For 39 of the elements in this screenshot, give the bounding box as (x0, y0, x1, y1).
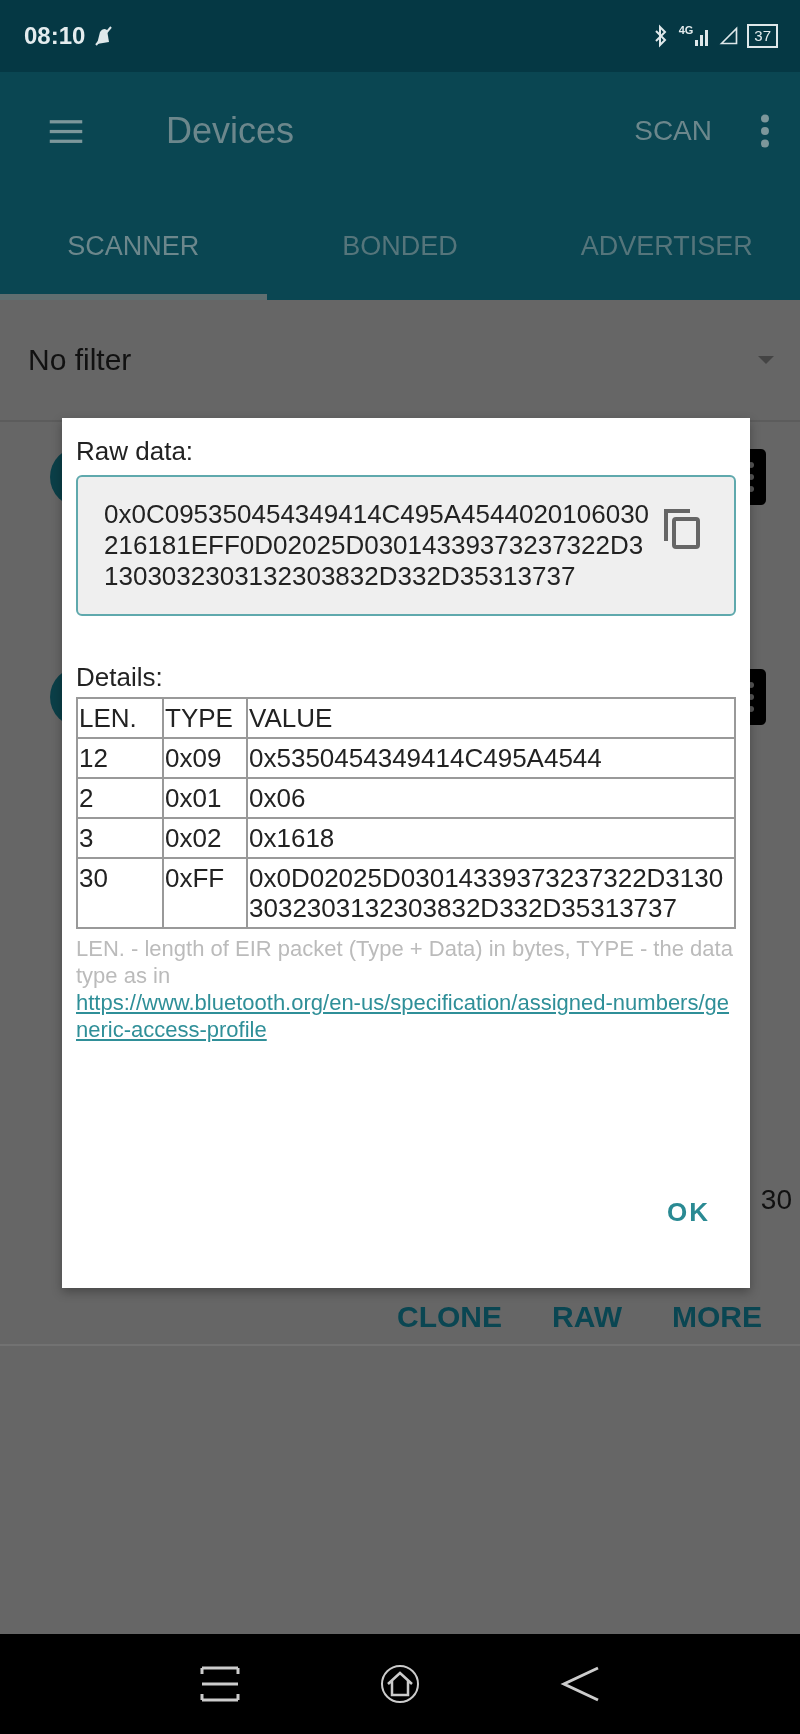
scan-button[interactable]: SCAN (626, 107, 720, 155)
table-cell: 0x01 (163, 778, 247, 818)
recent-apps-icon[interactable] (200, 1664, 240, 1704)
notification-icon (93, 24, 114, 48)
link[interactable]: https://www.bluetooth.org/en-us/specification/assigned-numbers/generic-access-profile (76, 989, 736, 1043)
tab[interactable]: ADVERTISER (533, 190, 800, 300)
screen-title: Devices (166, 110, 295, 152)
column-header: VALUE (247, 698, 735, 738)
table-cell: 30 (77, 858, 163, 928)
table-cell: 0x06 (247, 778, 735, 818)
table-cell: 0x1618 (247, 818, 735, 858)
table-cell: 0x09 (163, 738, 247, 778)
battery-indicator: 37 (747, 24, 778, 48)
back-icon[interactable] (560, 1664, 600, 1704)
caret-icon (758, 356, 774, 364)
column-header: TYPE (163, 698, 247, 738)
table-cell: 3 (77, 818, 163, 858)
footnote-text: LEN. - length of EIR packet (Type + Data) in bytes, TYPE - the data type as in https://www.bluetooth.org/en-us/specification/assigned-numbers/generic-access-profile (76, 935, 736, 1043)
table-cell: 2 (77, 778, 163, 818)
home-icon[interactable] (380, 1664, 420, 1704)
table-cell: 0xFF (163, 858, 247, 928)
table-cell: 0x02 (163, 818, 247, 858)
table-cell: 12 (77, 738, 163, 778)
table-cell: 0x0D02025D03014339373237322D31303032303132303832D332D35313737 (247, 858, 735, 928)
copy-icon[interactable] (662, 507, 702, 551)
details-label: Details: (76, 662, 164, 693)
card-action-button[interactable]: MORE (662, 1300, 772, 1334)
ok-button[interactable]: OK (641, 1181, 736, 1244)
device-reading: 30 (760, 1184, 792, 1216)
table-cell: 0x5350454349414C495A4544 (247, 738, 735, 778)
column-header: LEN. (77, 698, 163, 738)
raw-data-label: Raw data: (76, 436, 195, 467)
raw-data-field[interactable]: 0x0C095350454349414C495A4544020106030216181EFF0D02025D03014339373237322D31303032303132303832D332D35313737 (76, 475, 736, 616)
card-action-button[interactable]: RAW (542, 1300, 632, 1334)
network-type: 4G (678, 24, 694, 36)
tab[interactable]: BONDED (266, 190, 534, 300)
card-action-button[interactable]: CLONE (387, 1300, 512, 1334)
tab[interactable]: SCANNER (0, 190, 267, 300)
clock-time: 08:10 (24, 22, 86, 50)
